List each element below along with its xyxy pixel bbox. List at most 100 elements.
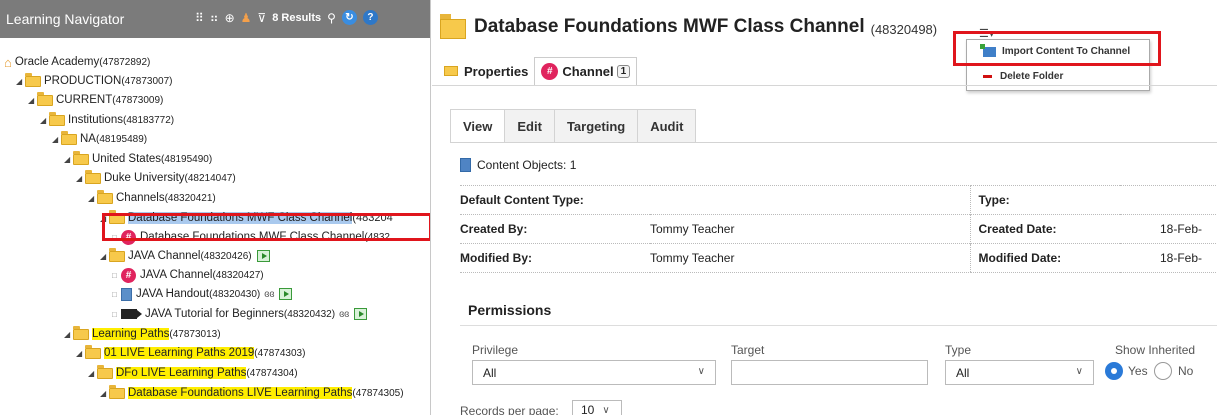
table-row: Created By: Tommy Teacher Created Date: … [460, 214, 1217, 244]
expand-arrow-icon[interactable]: ◢ [100, 389, 109, 398]
tree-node-id: (48320426) [200, 250, 252, 262]
tab-channel[interactable]: # Channel 1 [534, 57, 638, 85]
folder-icon [85, 344, 101, 359]
preview-icon[interactable] [354, 308, 368, 320]
tree-node-db-foundations-live-paths[interactable]: ◢ Database Foundations LIVE Learning Pat… [100, 384, 404, 401]
tree-node-id: (47872892) [99, 56, 151, 68]
tree-node-institutions[interactable]: ◢ Institutions (48183772) [40, 111, 174, 128]
tree-node-java-channel[interactable]: □ # JAVA Channel (48320427) [112, 267, 264, 283]
chevron-down-icon: ∨ [697, 366, 705, 377]
yes-label: Yes [1128, 364, 1148, 378]
glasses-icon: ɞɞ [264, 288, 275, 300]
filter-icon[interactable]: ⊽ [257, 11, 266, 25]
tree-node-label: DFo LIVE Learning Paths [116, 367, 247, 379]
tab-properties[interactable]: Properties [438, 57, 534, 85]
tabs-divider [432, 85, 1217, 86]
content-object-icon [460, 158, 471, 172]
help-icon[interactable]: ? [362, 10, 378, 25]
title-bar: Database Foundations MWF Class Channel (… [440, 14, 937, 39]
preview-icon[interactable] [279, 288, 293, 300]
tree-node-learning-paths[interactable]: ◢ Learning Paths (47873013) [64, 325, 221, 342]
leaf-square-icon: □ [112, 289, 117, 299]
target-input[interactable] [731, 360, 928, 385]
permissions-title: Permissions [468, 302, 552, 318]
tree-node-id: (48214047) [184, 172, 236, 184]
channel-count-badge: 1 [616, 65, 631, 78]
records-per-page-select[interactable]: 10 ∨ [572, 400, 622, 415]
expand-arrow-icon[interactable]: ◢ [88, 194, 97, 203]
expand-arrow-icon[interactable]: ◢ [76, 174, 85, 183]
tree-node-current[interactable]: ◢ CURRENT (47873009) [28, 91, 163, 108]
type-select[interactable]: All ∨ [945, 360, 1094, 385]
navigator-toolbar: ⠿ ⠶ ⊕ ♟ ⊽ 8 Results ⚲ ↻ ? [195, 10, 378, 25]
tree-node-id: (47873007) [121, 75, 173, 87]
home-icon: ⌂ [4, 54, 12, 70]
expand-arrow-icon[interactable]: ◢ [88, 369, 97, 378]
content-objects-label: Content Objects: 1 [477, 158, 577, 172]
expand-arrow-icon[interactable]: ◢ [16, 77, 25, 86]
navigator-header: Learning Navigator ⠿ ⠶ ⊕ ♟ ⊽ 8 Results ⚲… [0, 0, 430, 38]
tree-node-production[interactable]: ◢ PRODUCTION (47873007) [16, 72, 173, 89]
search-icon[interactable]: ⚲ [327, 11, 336, 25]
expand-arrow-icon[interactable]: ◢ [100, 252, 109, 261]
expand-arrow-icon[interactable]: ◢ [28, 96, 37, 105]
preview-icon[interactable] [256, 250, 270, 262]
tree-node-live-paths-2019[interactable]: ◢ 01 LIVE Learning Paths 2019 (47874303) [76, 344, 306, 361]
default-content-type-value [650, 185, 970, 215]
tree-node-label: JAVA Handout [136, 288, 210, 300]
tree-node-java-handout[interactable]: □ JAVA Handout (48320430) ɞɞ [112, 286, 293, 302]
expand-arrow-icon[interactable]: ◢ [40, 116, 49, 125]
tree-node-label: NA [80, 133, 96, 145]
page-title: Database Foundations MWF Class Channel [474, 16, 865, 37]
expand-arrow-icon[interactable]: ◢ [64, 155, 73, 164]
folder-icon [73, 325, 89, 340]
collapse-all-icon[interactable]: ⠶ [210, 11, 219, 25]
privilege-select[interactable]: All ∨ [472, 360, 716, 385]
add-icon[interactable]: ⊕ [225, 11, 235, 25]
filter-user-icon[interactable]: ♟ [241, 11, 252, 25]
modified-by-value: Tommy Teacher [650, 243, 970, 273]
folder-icon [440, 14, 466, 39]
tree-node-label: PRODUCTION [44, 75, 122, 87]
tree-node-label: Duke University [104, 172, 185, 184]
tree-node-duke-university[interactable]: ◢ Duke University (48214047) [76, 169, 236, 186]
content-panel: Database Foundations MWF Class Channel (… [432, 0, 1217, 415]
video-icon [121, 309, 142, 319]
tree-node-united-states[interactable]: ◢ United States (48195490) [64, 150, 212, 167]
tree-node-java-tutorial[interactable]: □ JAVA Tutorial for Beginners (48320432) … [112, 306, 368, 322]
tree-node-java-channel-folder[interactable]: ◢ JAVA Channel (48320426) [100, 247, 270, 264]
tree-node-id: (47874303) [254, 347, 306, 359]
tree-node-label: Learning Paths [92, 328, 170, 340]
tree-node-oracle-academy[interactable]: ⌂ Oracle Academy (47872892) [4, 54, 150, 70]
tree-node-id: (48320427) [212, 269, 264, 281]
tab-view[interactable]: View [450, 109, 506, 142]
leaf-square-icon: □ [112, 270, 117, 280]
expand-arrow-icon[interactable]: ◢ [76, 349, 85, 358]
tab-targeting[interactable]: Targeting [554, 109, 639, 142]
type-filter-label: Type [945, 343, 972, 357]
tab-edit[interactable]: Edit [505, 109, 555, 142]
show-inherited-yes-radio[interactable] [1105, 362, 1123, 380]
tree-node-id: (48320421) [164, 192, 216, 204]
tree-node-dfo-live-paths[interactable]: ◢ DFo LIVE Learning Paths (47874304) [88, 364, 298, 381]
tree-node-id: (48320432) [283, 308, 336, 320]
tree-node-channels[interactable]: ◢ Channels (48320421) [88, 189, 216, 206]
tab-channel-label: Channel [562, 64, 614, 79]
expand-all-icon[interactable]: ⠿ [195, 11, 204, 25]
expand-arrow-icon[interactable]: ◢ [52, 135, 61, 144]
created-by-label: Created By: [460, 214, 650, 244]
refresh-icon[interactable]: ↻ [341, 10, 357, 25]
created-date-label: Created Date: [969, 214, 1120, 244]
expand-arrow-icon[interactable]: ◢ [64, 330, 73, 339]
tree-node-label: Channels [116, 192, 165, 204]
delete-folder-label: Delete Folder [1000, 70, 1064, 82]
show-inherited-label: Show Inherited [1115, 343, 1196, 357]
show-inherited-no-radio[interactable] [1154, 362, 1172, 380]
tree-node-label: Institutions [68, 114, 123, 126]
tree-node-na[interactable]: ◢ NA (48195489) [52, 130, 147, 147]
table-row: Modified By: Tommy Teacher Modified Date… [460, 243, 1217, 273]
created-by-value: Tommy Teacher [650, 214, 970, 244]
folder-icon [37, 91, 53, 106]
tab-audit[interactable]: Audit [638, 109, 697, 142]
navigator-title: Learning Navigator [6, 11, 125, 27]
